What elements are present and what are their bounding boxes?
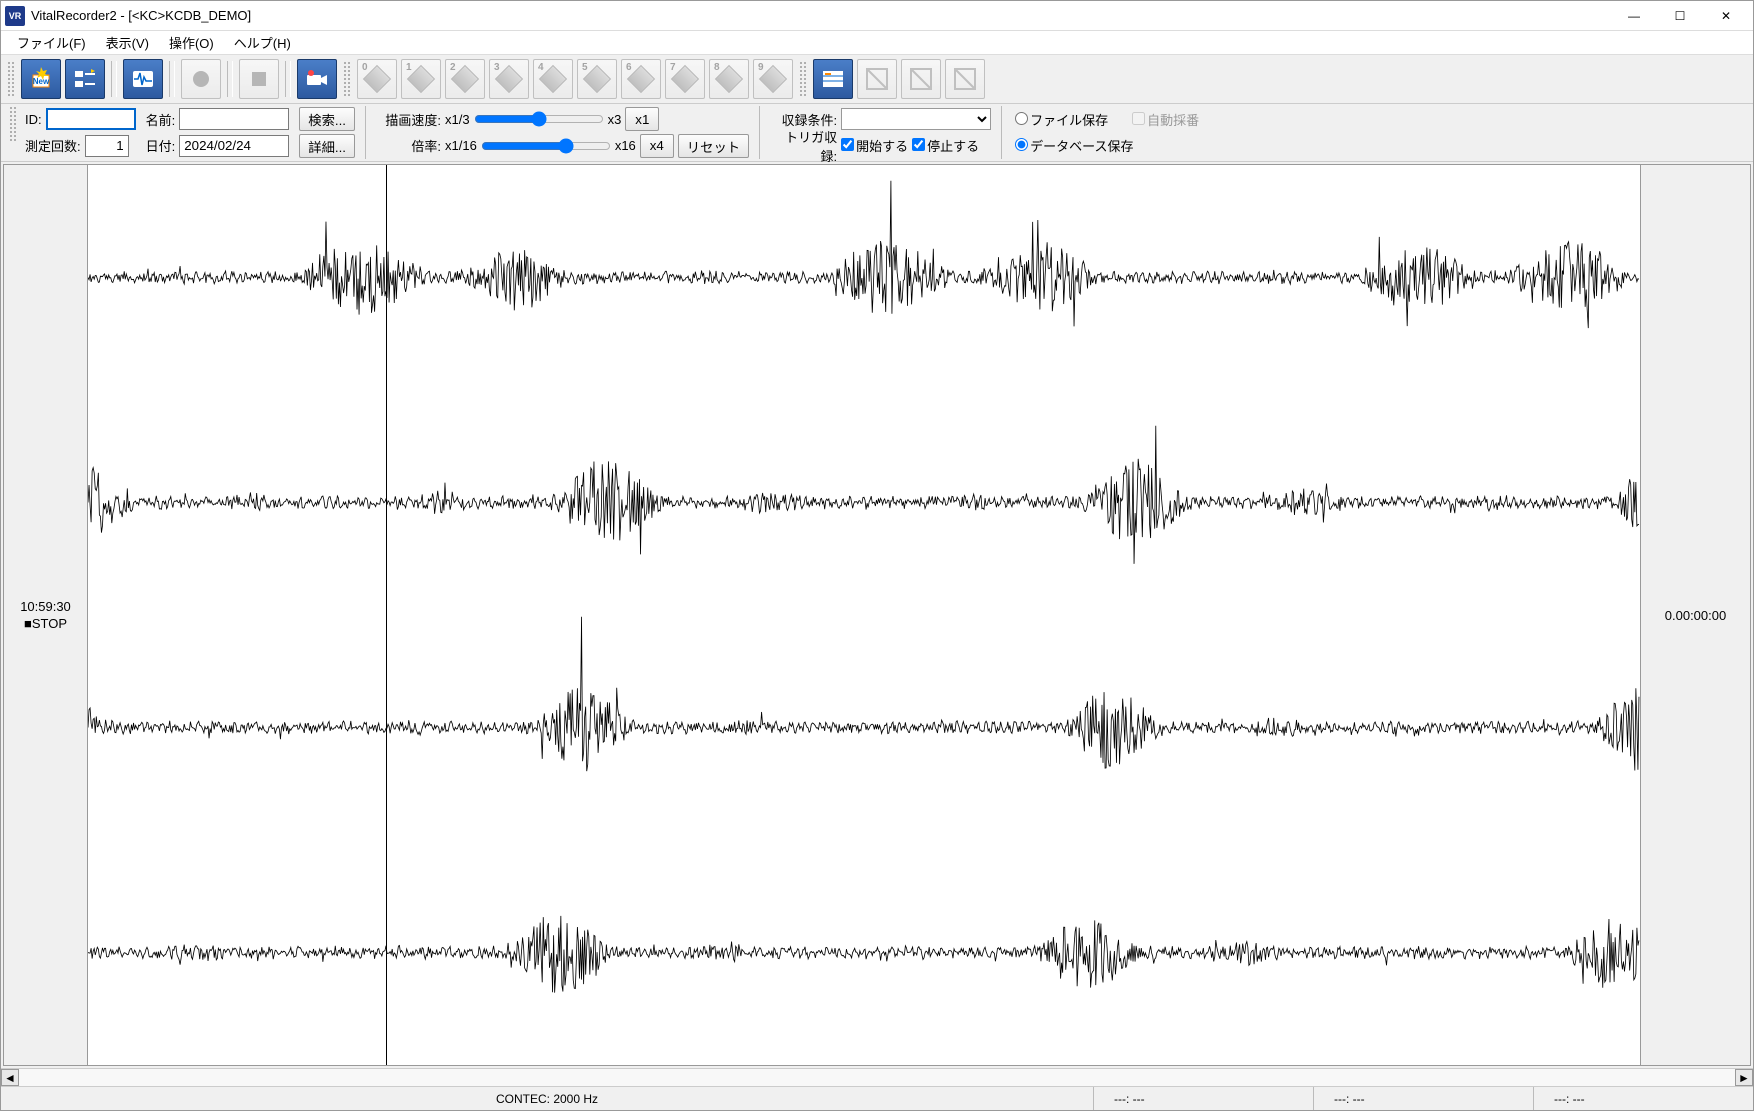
minimize-button[interactable]: — — [1611, 1, 1657, 31]
pen-1-button[interactable]: 1 — [401, 59, 441, 99]
pen-4-button[interactable]: 4 — [533, 59, 573, 99]
scroll-left-button[interactable]: ◄ — [1, 1069, 19, 1086]
cond-select[interactable] — [841, 108, 991, 130]
stop-checkbox[interactable] — [912, 138, 925, 151]
control-grip[interactable] — [9, 106, 17, 142]
date-label: 日付: — [146, 136, 176, 155]
pen-8-button[interactable]: 8 — [709, 59, 749, 99]
mag-x4-button[interactable]: x4 — [640, 134, 674, 158]
pen-3-button[interactable]: 3 — [489, 59, 529, 99]
mag-slider[interactable] — [481, 138, 611, 154]
auto-number-label[interactable]: 自動採番 — [1132, 110, 1199, 129]
speed-label: 描画速度: — [379, 110, 441, 129]
id-input[interactable] — [46, 108, 136, 130]
count-input[interactable] — [85, 135, 129, 157]
track-2 — [88, 390, 1640, 615]
mag-max: x16 — [615, 138, 636, 153]
detail-button[interactable]: 詳細... — [299, 134, 355, 158]
name-label: 名前: — [146, 110, 176, 129]
h-scrollbar[interactable]: ◄ ► — [1, 1068, 1753, 1086]
new-button[interactable]: New — [21, 59, 61, 99]
track-4 — [88, 840, 1640, 1065]
speed-x1-button[interactable]: x1 — [625, 107, 659, 131]
right-elapsed: 0.00:00:00 — [1665, 608, 1726, 623]
toolbar-grip-3[interactable] — [799, 61, 807, 97]
record-button[interactable] — [181, 59, 221, 99]
speed-max: x3 — [608, 112, 622, 127]
speed-slider[interactable] — [474, 111, 604, 127]
pen-2-button[interactable]: 2 — [445, 59, 485, 99]
menu-help[interactable]: ヘルプ(H) — [224, 30, 301, 55]
view-2-button[interactable] — [901, 59, 941, 99]
name-input[interactable] — [179, 108, 289, 130]
mag-min: x1/16 — [445, 138, 477, 153]
stop-button[interactable] — [239, 59, 279, 99]
auto-number-checkbox[interactable] — [1132, 112, 1145, 125]
pen-9-button[interactable]: 9 — [753, 59, 793, 99]
stop-checkbox-label[interactable]: 停止する — [912, 136, 979, 155]
start-checkbox[interactable] — [841, 138, 854, 151]
pen-7-button[interactable]: 7 — [665, 59, 705, 99]
status-c1: ---: --- — [1093, 1087, 1313, 1110]
toolbar-grip[interactable] — [7, 61, 15, 97]
file-save-radio[interactable] — [1015, 112, 1028, 125]
mag-label: 倍率: — [379, 136, 441, 155]
menu-operate[interactable]: 操作(O) — [159, 30, 224, 55]
count-label: 測定回数: — [25, 136, 81, 155]
search-button[interactable]: 検索... — [299, 107, 355, 131]
trigger-label: トリガ収録: — [773, 127, 837, 165]
reset-button[interactable]: リセット — [678, 134, 749, 158]
pen-6-button[interactable]: 6 — [621, 59, 661, 99]
track-1 — [88, 165, 1640, 390]
status-center: CONTEC: 2000 Hz — [1, 1087, 1093, 1110]
menu-view[interactable]: 表示(V) — [96, 30, 159, 55]
close-button[interactable]: ✕ — [1703, 1, 1749, 31]
track-3 — [88, 615, 1640, 840]
speed-min: x1/3 — [445, 112, 470, 127]
app-icon: VR — [5, 6, 25, 26]
start-checkbox-label[interactable]: 開始する — [841, 136, 908, 155]
waveform-area[interactable] — [88, 165, 1640, 1065]
db-save-radio[interactable] — [1015, 138, 1028, 151]
view-1-button[interactable] — [857, 59, 897, 99]
menu-file[interactable]: ファイル(F) — [7, 30, 96, 55]
left-status: ■STOP — [24, 616, 67, 631]
left-time: 10:59:30 — [20, 599, 71, 614]
main-area: 10:59:30 ■STOP 0.00:00:00 — [3, 164, 1751, 1066]
pen-5-button[interactable]: 5 — [577, 59, 617, 99]
scroll-right-button[interactable]: ► — [1735, 1069, 1753, 1086]
id-label: ID: — [25, 112, 42, 127]
status-c3: ---: --- — [1533, 1087, 1753, 1110]
pen-0-button[interactable]: 0 — [357, 59, 397, 99]
list-button[interactable] — [65, 59, 105, 99]
view-3-button[interactable] — [945, 59, 985, 99]
maximize-button[interactable]: ☐ — [1657, 1, 1703, 31]
grid-button[interactable] — [813, 59, 853, 99]
waveform-button[interactable] — [123, 59, 163, 99]
file-save-radio-label[interactable]: ファイル保存 — [1015, 110, 1108, 129]
date-input[interactable] — [179, 135, 289, 157]
toolbar-grip-2[interactable] — [343, 61, 351, 97]
window-title: VitalRecorder2 - [<KC>KCDB_DEMO] — [31, 8, 1611, 23]
svg-text:New: New — [33, 77, 50, 86]
camera-button[interactable] — [297, 59, 337, 99]
status-c2: ---: --- — [1313, 1087, 1533, 1110]
db-save-radio-label[interactable]: データベース保存 — [1015, 136, 1133, 155]
